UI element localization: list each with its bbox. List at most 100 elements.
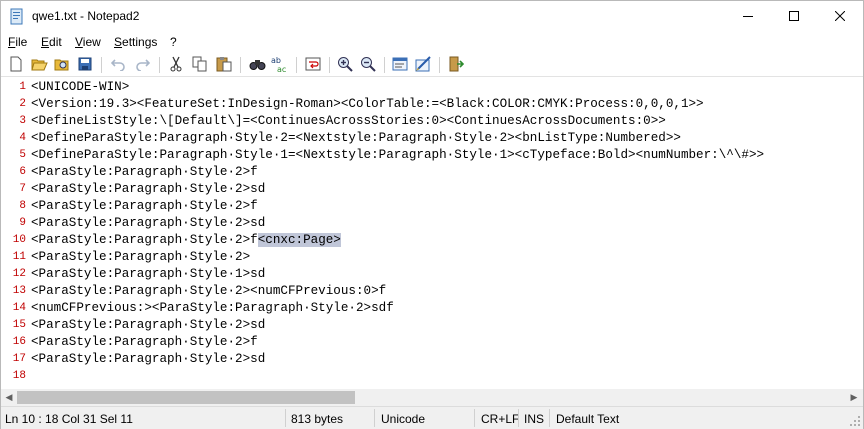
browse-button[interactable] <box>53 56 71 74</box>
close-icon <box>834 10 846 24</box>
code-line[interactable]: <UNICODE-WIN> <box>31 79 129 96</box>
code-line[interactable]: <DefineParaStyle:Paragraph·Style·2=<Next… <box>31 130 681 147</box>
menu-help[interactable]: ? <box>170 35 177 49</box>
zoom-in-button[interactable] <box>336 56 354 74</box>
menu-bar: File Edit View Settings ? <box>1 32 863 52</box>
line-number: 13 <box>12 285 26 297</box>
text-editor[interactable]: 1 2 3 4 5 6 7 8 9 10 11 12 13 14 15 16 17 18 <UNICODE-WIN… <box>1 78 863 389</box>
customize-scheme-icon <box>415 55 432 75</box>
code-line-text: <ParaStyle:Paragraph·Style·2>f <box>31 199 258 213</box>
line-number: 15 <box>12 319 26 331</box>
line-number-gutter: 1 2 3 4 5 6 7 8 9 10 11 12 13 14 15 16 17 18 <box>1 78 28 389</box>
undo-button[interactable] <box>109 56 127 74</box>
line-number: 5 <box>19 149 26 161</box>
resize-grip-icon[interactable] <box>849 415 861 427</box>
customize-scheme-button[interactable] <box>414 55 432 75</box>
code-line[interactable]: <ParaStyle:Paragraph·Style·2>sd <box>31 181 265 198</box>
code-line[interactable]: <ParaStyle:Paragraph·Style·2>sd <box>31 317 265 334</box>
cut-button[interactable] <box>167 56 185 74</box>
horizontal-scrollbar[interactable]: ◀ ▶ <box>1 389 863 406</box>
code-line[interactable]: <ParaStyle:Paragraph·Style·2>f <box>31 198 258 215</box>
insert-mode-indicator[interactable]: INS <box>524 412 544 426</box>
status-divider <box>518 409 519 427</box>
toolbar-separator <box>329 57 330 73</box>
line-number: 3 <box>19 115 26 127</box>
line-number: 1 <box>19 81 26 93</box>
selected-text: <cnxc:Page> <box>257 233 341 247</box>
scroll-right-button[interactable]: ▶ <box>846 389 862 406</box>
code-line-text: <ParaStyle:Paragraph·Style·1>sd <box>31 267 266 281</box>
code-line-text: <ParaStyle:Paragraph·Style·2>f <box>31 233 258 247</box>
redo-icon <box>136 57 151 74</box>
status-divider <box>374 409 375 427</box>
code-line[interactable]: <ParaStyle:Paragraph·Style·2>f <box>31 164 258 181</box>
scheme-indicator[interactable]: Default Text <box>556 412 619 426</box>
line-number: 11 <box>12 251 26 263</box>
maximize-icon <box>789 10 799 24</box>
menu-edit[interactable]: Edit <box>41 35 62 49</box>
title-bar[interactable]: qwe1.txt - Notepad2 <box>1 1 863 32</box>
status-bar: Ln 10 : 18 Col 31 Sel 11 813 bytes Unico… <box>1 406 863 429</box>
scroll-left-button[interactable]: ◀ <box>1 389 17 406</box>
find-icon <box>249 57 266 74</box>
code-line[interactable]: <DefineListStyle:\[Default\]=<ContinuesA… <box>31 113 666 130</box>
chevron-left-icon: ◀ <box>5 392 13 402</box>
code-line-text: <ParaStyle:Paragraph·Style·2>f <box>31 165 258 179</box>
redo-button[interactable] <box>134 56 152 74</box>
code-line[interactable]: <ParaStyle:Paragraph·Style·1>sd <box>31 266 265 283</box>
code-line[interactable]: <ParaStyle:Paragraph·Style·2>sd <box>31 351 265 368</box>
code-line[interactable]: <DefineParaStyle:Paragraph·Style·1=<Next… <box>31 147 764 164</box>
toolbar-separator <box>159 57 160 73</box>
code-line-text: <Version:19.3><FeatureSet:InDesign-Roman… <box>31 97 704 111</box>
open-button[interactable] <box>30 56 48 74</box>
menu-view[interactable]: View <box>75 35 101 49</box>
svg-text:ab: ab <box>271 56 281 65</box>
maximize-button[interactable] <box>771 1 817 32</box>
status-divider <box>474 409 475 427</box>
close-button[interactable] <box>817 1 863 32</box>
line-number: 10 <box>12 234 26 246</box>
save-icon <box>78 57 92 74</box>
menu-file[interactable]: File <box>8 35 27 49</box>
line-number: 14 <box>12 302 26 314</box>
browse-icon <box>54 57 70 74</box>
line-endings-indicator[interactable]: CR+LF <box>481 412 519 426</box>
chevron-right-icon: ▶ <box>850 392 858 402</box>
replace-button[interactable]: ab ac <box>271 56 289 74</box>
notepad2-window: qwe1.txt - Notepad2 File Edit View Setti… <box>0 0 864 429</box>
code-line[interactable]: <ParaStyle:Paragraph·Style·2><numCFPrevi… <box>31 283 386 300</box>
code-line-text: <ParaStyle:Paragraph·Style·2>sd <box>31 216 266 230</box>
save-button[interactable] <box>76 56 94 74</box>
menu-settings[interactable]: Settings <box>114 35 157 49</box>
paste-icon <box>216 56 232 75</box>
toolbar-separator <box>240 57 241 73</box>
exit-button[interactable] <box>447 56 465 74</box>
code-line[interactable]: <numCFPrevious:><ParaStyle:Paragraph·Sty… <box>31 300 394 317</box>
encoding-indicator[interactable]: Unicode <box>381 412 425 426</box>
code-line[interactable]: <ParaStyle:Paragraph·Style·2>sd <box>31 215 265 232</box>
find-button[interactable] <box>248 56 266 74</box>
code-line[interactable]: <ParaStyle:Paragraph·Style·2>f<cnxc:Page… <box>31 232 341 249</box>
minimize-button[interactable] <box>725 1 771 32</box>
zoom-out-button[interactable] <box>359 56 377 74</box>
wordwrap-button[interactable] <box>304 56 322 74</box>
scheme-button[interactable] <box>391 56 409 74</box>
window-title: qwe1.txt - Notepad2 <box>32 9 140 23</box>
line-number: 4 <box>19 132 26 144</box>
paste-button[interactable] <box>215 56 233 74</box>
code-line[interactable]: <ParaStyle:Paragraph·Style·2>f <box>31 334 258 351</box>
line-number: 12 <box>12 268 26 280</box>
code-line[interactable]: <Version:19.3><FeatureSet:InDesign-Roman… <box>31 96 704 113</box>
copy-button[interactable] <box>191 56 209 74</box>
wordwrap-icon <box>305 57 321 74</box>
code-line[interactable]: <ParaStyle:Paragraph·Style·2> <box>31 249 250 266</box>
toolbar-separator <box>439 57 440 73</box>
new-button[interactable] <box>7 56 25 74</box>
code-line-text: <DefineParaStyle:Paragraph·Style·2=<Next… <box>31 131 681 145</box>
cut-icon <box>169 56 183 75</box>
scrollbar-thumb[interactable] <box>17 391 355 404</box>
code-line-text: <ParaStyle:Paragraph·Style·2>sd <box>31 352 266 366</box>
line-number: 17 <box>12 353 26 365</box>
zoom-out-icon <box>360 56 376 75</box>
code-line-text: <DefineListStyle:\[Default\]=<ContinuesA… <box>31 114 666 128</box>
